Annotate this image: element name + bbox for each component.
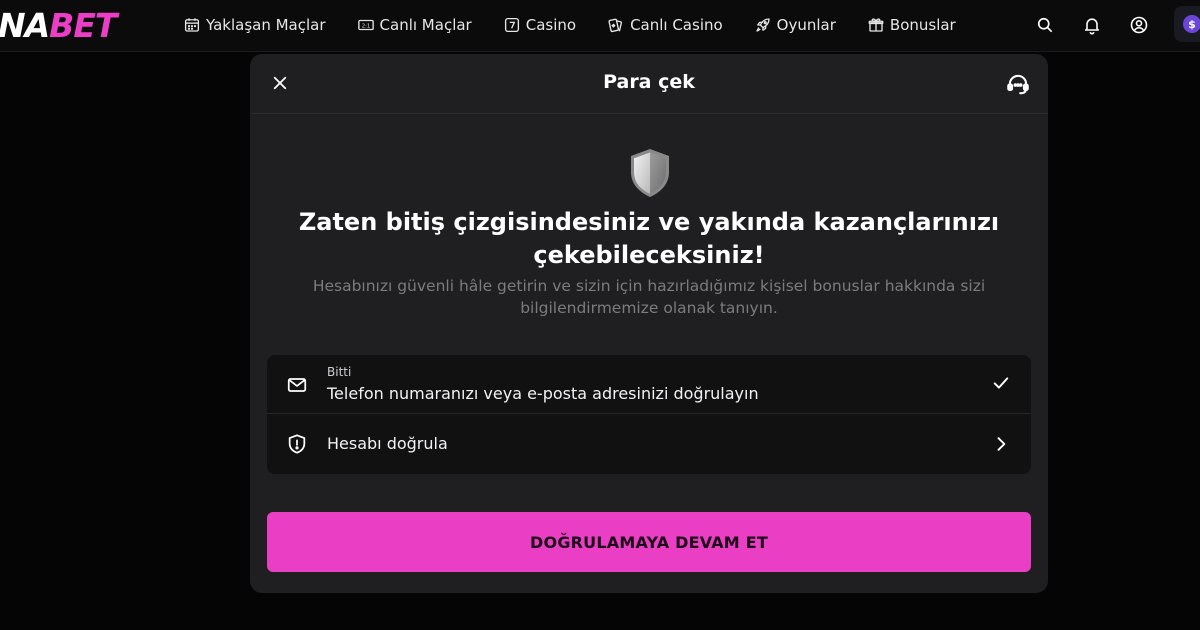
continue-verification-button[interactable]: DOĞRULAMAYA DEVAM ET (267, 512, 1031, 572)
header-actions (1034, 0, 1175, 50)
logo-text-white: NA (0, 6, 50, 45)
step-label: Hesabı doğrula (327, 434, 448, 453)
nav-item-live-casino[interactable]: Canlı Casino (607, 0, 723, 50)
playing-cards-icon (608, 18, 623, 33)
nav-item-bonuses[interactable]: Bonuslar (867, 0, 956, 50)
security-shield-icon (631, 149, 669, 197)
nav-label: Canlı Maçlar (379, 16, 472, 34)
notifications-button[interactable] (1081, 14, 1103, 36)
profile-button[interactable] (1128, 14, 1150, 36)
bell-icon (1084, 18, 1100, 35)
nav-item-live-matches[interactable]: 2:1 Canlı Maçlar (357, 0, 472, 50)
step-label: Telefon numaranızı veya e-posta adresini… (327, 384, 759, 403)
nav-label: Canlı Casino (630, 16, 723, 34)
step-verify-account[interactable]: Hesabı doğrula (267, 414, 1031, 474)
headset-icon (1007, 74, 1029, 95)
scoreboard-icon: 2:1 (357, 19, 374, 31)
nav-label: Casino (525, 16, 577, 34)
nav-item-games[interactable]: Oyunlar (754, 0, 836, 50)
nav-label: Yaklaşan Maçlar (206, 16, 326, 34)
step-complete-indicator (989, 371, 1013, 395)
verification-steps-list: Bitti Telefon numaranızı veya e-posta ad… (267, 355, 1031, 474)
rocket-icon (755, 18, 770, 32)
svg-text:2:1: 2:1 (361, 23, 369, 29)
modal-subtext: Hesabınızı güvenli hâle getirin ve sizin… (312, 277, 986, 317)
search-icon (1037, 17, 1053, 33)
envelope-icon (287, 378, 307, 392)
user-circle-icon (1130, 16, 1148, 34)
modal-headline: Zaten bitiş çizgisindesiniz ve yakında k… (298, 208, 1000, 269)
logo-text-pink: BET (49, 6, 117, 45)
nav-label: Oyunlar (776, 16, 836, 34)
step-icon-wrap (285, 373, 309, 397)
main-nav: Yaklaşan Maçlar 2:1 Canlı Maçlar Casino … (183, 0, 987, 50)
modal-header: Para çek (250, 54, 1048, 114)
balance-button[interactable]: $ (1174, 6, 1200, 42)
modal-title: Para çek (603, 71, 695, 93)
search-button[interactable] (1034, 14, 1056, 36)
brand-logo[interactable]: NABET (0, 6, 117, 45)
nav-label: Bonuslar (889, 16, 956, 34)
currency-coin-icon: $ (1183, 15, 1200, 33)
gift-icon (868, 18, 884, 32)
step-contact-verification: Bitti Telefon numaranızı veya e-posta ad… (267, 355, 1031, 414)
step-status-label: Bitti (327, 365, 352, 379)
top-navigation-bar: NABET Yaklaşan Maçlar 2:1 Canlı Maçlar C… (0, 0, 1200, 52)
nav-item-casino[interactable]: Casino (503, 0, 576, 50)
checkmark-icon (993, 377, 1009, 389)
shield-alert-icon (288, 434, 306, 454)
calendar-icon (184, 18, 200, 32)
slot-seven-icon (504, 17, 519, 33)
support-button[interactable] (1004, 70, 1032, 98)
step-icon-wrap (285, 432, 309, 456)
nav-item-upcoming-matches[interactable]: Yaklaşan Maçlar (183, 0, 326, 50)
step-open-indicator[interactable] (989, 432, 1013, 456)
withdraw-modal: Para çek Zaten bitiş çizgisindesiniz ve … (250, 54, 1048, 593)
chevron-right-icon (997, 437, 1006, 451)
